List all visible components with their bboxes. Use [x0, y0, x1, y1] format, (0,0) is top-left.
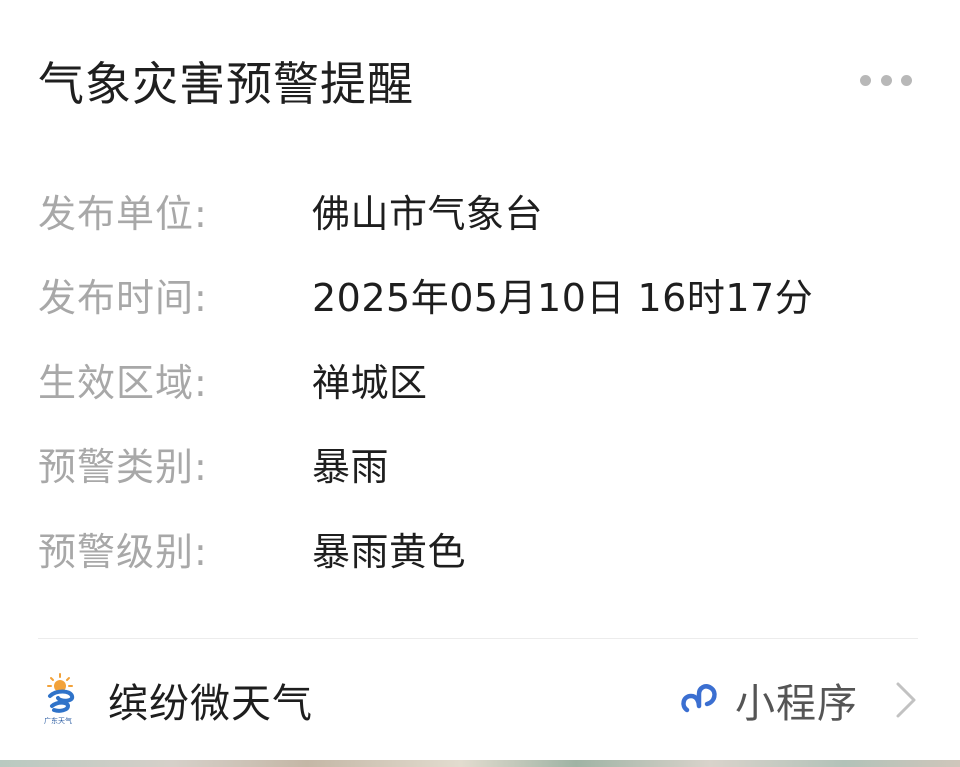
field-category: 预警类别: 暴雨	[38, 422, 918, 507]
mini-program-label: 小程序	[735, 681, 858, 727]
field-value: 佛山市气象台	[312, 191, 544, 236]
field-label: 生效区域:	[38, 360, 208, 405]
field-level: 预警级别: 暴雨黄色	[38, 506, 918, 591]
card-footer: 广东天气 缤纷微天气 小程序	[38, 660, 918, 740]
mini-program-link[interactable]: 小程序	[677, 671, 918, 729]
field-value: 2025年05月10日 16时17分	[312, 276, 814, 321]
warning-card[interactable]: 气象灾害预警提醒 发布单位: 佛山市气象台 发布时间: 2025年05月10日 …	[0, 0, 960, 767]
field-issuer: 发布单位: 佛山市气象台	[38, 168, 918, 253]
field-area: 生效区域: 禅城区	[38, 337, 918, 422]
app-logo-caption: 广东天气	[44, 717, 72, 725]
app-name: 缤纷微天气	[108, 681, 313, 727]
more-dots-icon	[901, 74, 912, 86]
field-issue-time: 发布时间: 2025年05月10日 16时17分	[38, 253, 918, 338]
chevron-right-icon	[896, 682, 916, 718]
card-title: 气象灾害预警提醒	[38, 57, 414, 111]
field-label: 预警级别:	[38, 529, 208, 574]
weather-app-logo-icon: 广东天气	[38, 672, 88, 728]
app-source[interactable]: 广东天气 缤纷微天气	[38, 671, 313, 729]
field-label: 发布单位:	[38, 191, 208, 236]
background-strip	[0, 760, 960, 767]
more-dots-icon	[880, 74, 892, 86]
field-label: 预警类别:	[38, 445, 208, 490]
field-value: 暴雨黄色	[312, 529, 467, 574]
field-label: 发布时间:	[38, 276, 208, 321]
more-button[interactable]	[860, 68, 912, 92]
field-value: 禅城区	[312, 360, 428, 405]
warning-details: 发布单位: 佛山市气象台 发布时间: 2025年05月10日 16时17分 生效…	[38, 168, 918, 591]
divider	[38, 638, 918, 639]
field-value: 暴雨	[312, 445, 390, 490]
more-dots-icon	[860, 74, 871, 86]
mini-program-link-icon	[681, 684, 717, 713]
